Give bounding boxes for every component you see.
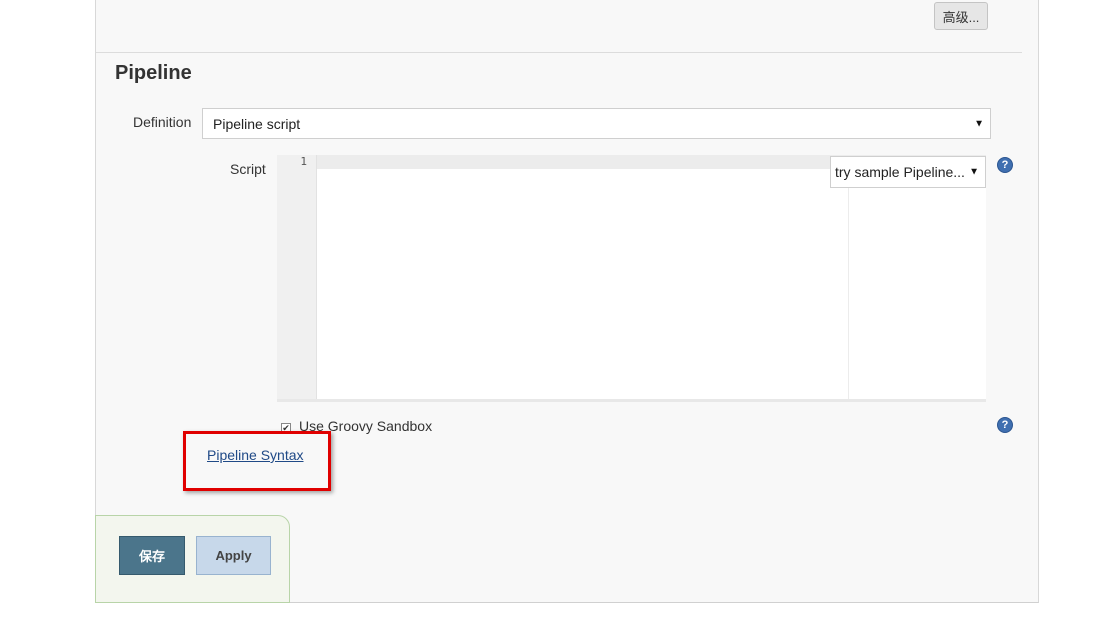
editor-gutter: 1 [277, 155, 317, 399]
dropdown-arrow-icon: ▼ [974, 118, 984, 129]
sandbox-label: Use Groovy Sandbox [299, 418, 433, 434]
apply-button[interactable]: Apply [196, 536, 271, 575]
script-label: Script [230, 161, 266, 177]
definition-select[interactable]: Pipeline script ▼ [202, 108, 991, 139]
definition-label: Definition [133, 114, 192, 130]
line-number: 1 [300, 155, 307, 168]
sample-pipeline-value: try sample Pipeline... [835, 164, 965, 180]
definition-value: Pipeline script [213, 115, 301, 132]
sample-pipeline-select[interactable]: try sample Pipeline... ▼ [830, 156, 986, 188]
pipeline-syntax-link[interactable]: Pipeline Syntax [207, 447, 304, 463]
dropdown-arrow-icon: ▼ [969, 166, 979, 178]
section-divider [96, 52, 1022, 53]
sandbox-help-icon[interactable]: ? [997, 417, 1013, 433]
advanced-button[interactable]: 高级... [934, 2, 988, 30]
sandbox-checkbox[interactable]: ✔ [281, 423, 291, 433]
print-margin [848, 155, 849, 399]
script-editor[interactable]: 1 [277, 155, 986, 402]
script-help-icon[interactable]: ? [997, 157, 1013, 173]
save-button[interactable]: 保存 [119, 536, 185, 575]
section-title: Pipeline [115, 62, 192, 84]
